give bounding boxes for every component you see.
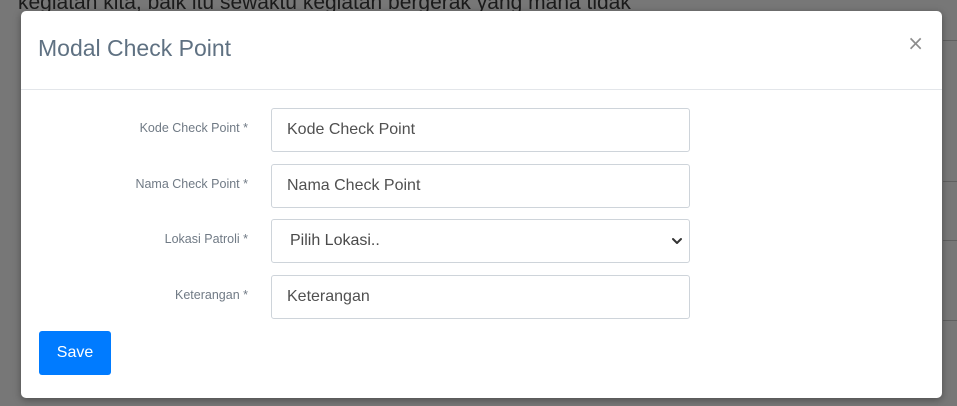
form-row-keterangan: Keterangan * [21,275,942,319]
chevron-down-icon [672,238,682,244]
lokasi-patroli-selected-value: Pilih Lokasi.. [290,232,380,249]
kode-check-point-input[interactable] [271,108,690,152]
form-row-lokasi: Lokasi Patroli * Pilih Lokasi.. [21,219,942,263]
kode-check-point-label: Kode Check Point * [139,121,248,135]
background-divider [943,181,957,182]
keterangan-input[interactable] [271,275,690,319]
background-divider [943,320,957,321]
modal-title: Modal Check Point [38,35,232,61]
save-button[interactable]: Save [39,331,111,375]
form-row-kode: Kode Check Point * [21,108,942,152]
close-icon[interactable]: × [907,33,924,53]
check-point-modal: Modal Check Point × Kode Check Point * N… [21,11,942,398]
nama-check-point-label: Nama Check Point * [135,177,248,191]
lokasi-patroli-label: Lokasi Patroli * [164,232,248,246]
lokasi-patroli-select[interactable]: Pilih Lokasi.. [271,219,690,263]
background-divider [943,40,957,41]
form-row-nama: Nama Check Point * [21,164,942,208]
keterangan-label: Keterangan * [175,288,248,302]
nama-check-point-input[interactable] [271,164,690,208]
modal-header: Modal Check Point × [21,11,942,90]
background-divider [943,240,957,241]
